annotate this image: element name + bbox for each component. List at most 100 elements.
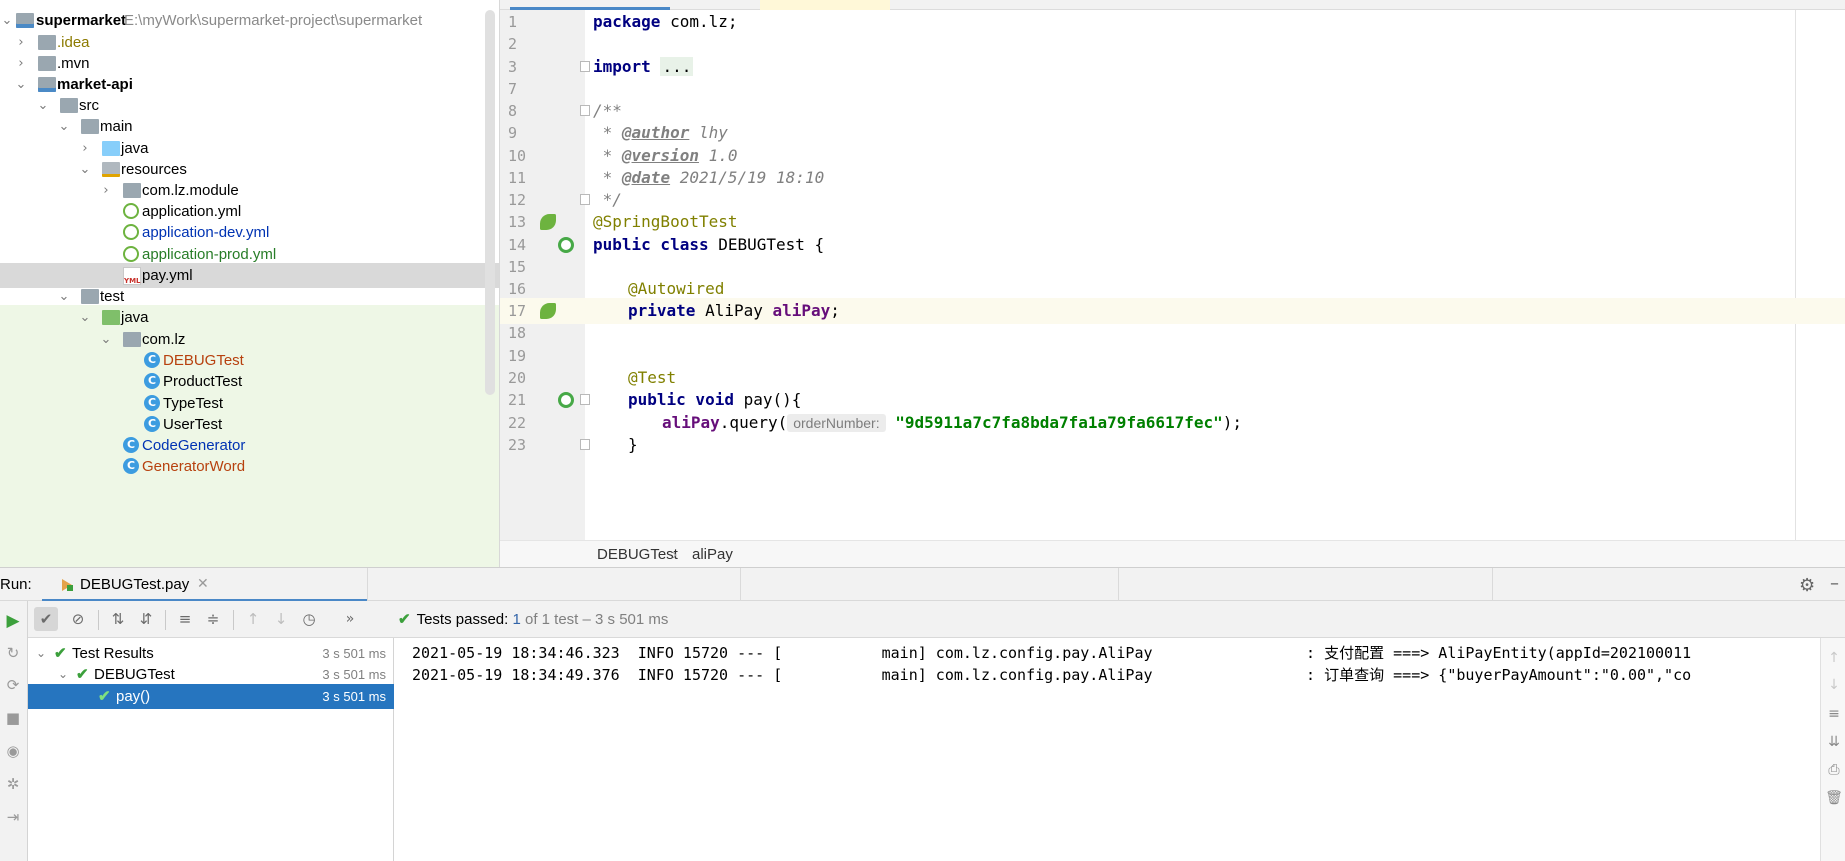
- up-arrow-icon[interactable]: ↑: [1825, 648, 1843, 668]
- rerun-icon[interactable]: ▶: [3, 610, 23, 632]
- divider: [367, 568, 368, 602]
- down-arrow-icon[interactable]: ↓: [1825, 675, 1843, 695]
- doc-star: *: [593, 168, 622, 187]
- show-ignored-icon[interactable]: ⊘: [66, 607, 90, 631]
- fold-collapse-icon[interactable]: [580, 105, 590, 116]
- doc-star: *: [593, 146, 622, 165]
- code-token: DEBUGTest {: [708, 235, 825, 254]
- run-tool-window-header: Run: DEBUGTest.pay ✕ ⚙ –: [0, 567, 1845, 602]
- string-literal: "9d5911a7c7fa8bda7fa1a79fa6617fec": [895, 413, 1223, 432]
- fold-end-icon[interactable]: [580, 194, 590, 205]
- package-icon: [123, 332, 141, 347]
- folder-icon: [38, 56, 56, 71]
- project-tool-window: ⌄ supermarket E:\myWork\supermarket-proj…: [0, 0, 500, 567]
- collapse-all-icon[interactable]: ≑: [201, 607, 225, 631]
- breadcrumb: DEBUGTest › aliPay: [500, 540, 1845, 567]
- spring-bean-icon[interactable]: [540, 214, 556, 230]
- settings-icon[interactable]: ✲: [3, 773, 23, 795]
- keyword: package: [593, 12, 661, 31]
- fold-end-icon[interactable]: [580, 439, 590, 450]
- test-results-tree: ⌄ ✔ Test Results 3 s 501 ms ⌄ ✔ DEBUGTes…: [28, 638, 394, 861]
- divider: [1118, 568, 1119, 602]
- toggle-auto-test-icon[interactable]: ⟳: [3, 674, 23, 696]
- tree-test-area: [0, 475, 499, 567]
- test-config-icon: [62, 579, 73, 591]
- run-left-toolbar: ▶ ↻ ⟳ ■ ◉ ✲ ⇥: [0, 601, 28, 861]
- toolbar-separator: [98, 610, 99, 630]
- class-icon: C: [123, 458, 139, 474]
- show-passed-icon[interactable]: ✔: [34, 607, 58, 631]
- stop-icon[interactable]: ■: [3, 707, 23, 729]
- doc-value: lhy: [689, 123, 728, 142]
- test-name: pay(): [116, 688, 151, 705]
- trash-icon[interactable]: 🗑: [1825, 788, 1843, 808]
- class-icon: C: [144, 416, 160, 432]
- expand-all-icon[interactable]: ≡: [173, 607, 197, 631]
- run-tab-label: DEBUGTest.pay: [80, 576, 190, 593]
- field-name: aliPay: [662, 413, 720, 432]
- code-token: }: [628, 435, 638, 454]
- breadcrumb-item[interactable]: DEBUGTest: [597, 541, 678, 567]
- parameter-hint: orderNumber:: [787, 414, 886, 432]
- next-failed-icon[interactable]: ↓: [269, 607, 293, 631]
- spring-config-icon: [123, 203, 139, 219]
- keyword: public void: [628, 390, 734, 409]
- fold-collapse-icon[interactable]: [580, 394, 590, 405]
- doc-tag: @date: [621, 168, 671, 187]
- doc-value: 2021/5/19 18:10: [670, 168, 825, 187]
- code-token: pay(){: [733, 390, 802, 409]
- folder-icon: [38, 35, 56, 50]
- class-icon: C: [144, 373, 160, 389]
- gear-icon[interactable]: ⚙: [1799, 575, 1815, 596]
- spring-config-icon: [123, 224, 139, 240]
- test-duration: 3 s 501 ms: [322, 689, 386, 704]
- yml-file-icon: YML: [123, 267, 141, 285]
- project-scrollbar[interactable]: [485, 10, 495, 395]
- folder-icon: [123, 183, 141, 198]
- check-icon: ✔: [398, 611, 411, 628]
- run-test-icon[interactable]: [558, 392, 574, 408]
- breadcrumb-item[interactable]: aliPay: [692, 541, 733, 567]
- module-folder-icon: [38, 77, 56, 92]
- history-icon[interactable]: ◷: [297, 607, 321, 631]
- code-token: AliPay: [695, 301, 773, 320]
- sort-alphabetically-icon[interactable]: ⇅: [106, 607, 130, 631]
- field-name: aliPay: [772, 301, 831, 320]
- class-icon: C: [144, 395, 160, 411]
- test-status: ✔ Tests passed: 1 of 1 test – 3 s 501 ms: [398, 601, 668, 638]
- previous-failed-icon[interactable]: ↑: [241, 607, 265, 631]
- run-tab-debugtest-pay[interactable]: DEBUGTest.pay ✕: [42, 568, 367, 602]
- status-prefix: Tests passed:: [416, 611, 509, 628]
- exit-icon[interactable]: ⇥: [3, 806, 23, 828]
- keyword: private: [628, 301, 696, 320]
- autowired-bean-icon[interactable]: [540, 303, 556, 319]
- doc-value: 1.0: [698, 146, 738, 165]
- test-row-method[interactable]: ✔ pay() 3 s 501 ms: [28, 684, 394, 709]
- fold-expand-icon[interactable]: [580, 61, 590, 72]
- soft-wrap-icon[interactable]: ≡: [1825, 704, 1843, 724]
- code-line: 23 }: [500, 432, 1845, 458]
- print-icon[interactable]: ⎙: [1825, 760, 1843, 780]
- run-test-icon[interactable]: [558, 237, 574, 253]
- folded-imports[interactable]: ...: [660, 57, 694, 76]
- code-token: .query(: [719, 413, 788, 432]
- folder-icon: [60, 98, 78, 113]
- minimize-icon[interactable]: –: [1830, 573, 1839, 594]
- rerun-failed-icon[interactable]: ↻: [3, 642, 23, 664]
- code-token: com.lz;: [660, 12, 738, 31]
- class-icon: C: [123, 437, 139, 453]
- more-icon[interactable]: »: [338, 607, 362, 631]
- divider: [1492, 568, 1493, 602]
- camera-icon[interactable]: ◉: [3, 740, 23, 762]
- scroll-to-end-icon[interactable]: ⇊: [1825, 732, 1843, 752]
- keyword: public class: [593, 235, 709, 254]
- toolbar-separator: [165, 610, 166, 630]
- close-icon[interactable]: ✕: [197, 568, 209, 601]
- code-editor[interactable]: 1 package com.lz; 2 3 import ... 7 8 /**…: [500, 0, 1845, 567]
- status-detail: of 1 test – 3 s 501 ms: [524, 611, 669, 628]
- source-folder-icon: [102, 141, 120, 156]
- console-output[interactable]: 2021-05-19 18:34:46.323 INFO 15720 --- […: [395, 638, 1820, 861]
- module-folder-icon: [16, 13, 34, 28]
- sort-by-duration-icon[interactable]: ⇵: [134, 607, 158, 631]
- passed-icon: ✔: [98, 688, 111, 705]
